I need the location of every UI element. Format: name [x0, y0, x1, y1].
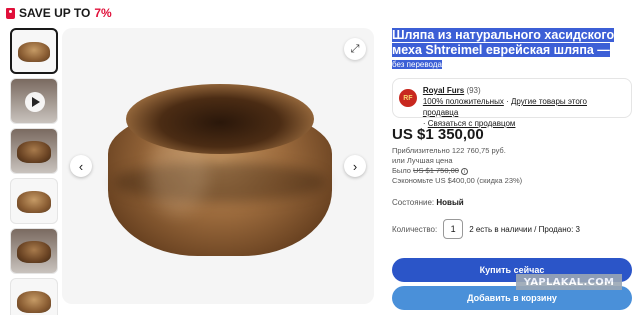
item-subtitle: без перевода [392, 60, 442, 69]
thumbnail-3[interactable] [10, 128, 58, 174]
quantity-input[interactable]: 1 [443, 219, 464, 239]
thumbnail-video[interactable] [10, 78, 58, 124]
seller-card: RF Royal Furs (93) 100% положительных · … [392, 78, 632, 128]
best-offer: или Лучшая цена [392, 156, 453, 165]
availability: 2 есть в наличии / Продано: 3 [469, 224, 580, 234]
thumbnail-5[interactable] [10, 228, 58, 274]
promo-banner: SAVE UP TO 7% [6, 6, 112, 20]
item-title: Шляпа из натурального хасидского меха Sh… [392, 28, 615, 57]
savings: Сэкономьте US $400,00 (скидка 23%) [392, 176, 523, 185]
thumbnail-4[interactable] [10, 178, 58, 224]
quantity-label: Количество: [392, 224, 438, 234]
item-details: Шляпа из натурального хасидского меха Sh… [392, 28, 632, 239]
seller-feedback-count: (93) [466, 86, 481, 95]
watermark: YAPLAKAL.COM [516, 274, 622, 290]
previous-image-button[interactable]: ‹ [70, 155, 92, 177]
seller-name-link[interactable]: Royal Furs [423, 86, 464, 95]
next-image-button[interactable]: › [344, 155, 366, 177]
play-icon [25, 92, 45, 112]
info-icon[interactable]: i [461, 167, 469, 175]
condition-value: Новый [436, 198, 464, 207]
promo-percent: 7% [94, 6, 112, 20]
quantity-row: Количество: 1 2 есть в наличии / Продано… [392, 219, 632, 239]
condition-row: Состояние: Новый [392, 198, 464, 207]
thumbnail-6[interactable] [10, 278, 58, 315]
fur-hat-image [108, 84, 332, 256]
tag-icon [6, 7, 15, 19]
was-price: US $1 750,00 [413, 166, 459, 175]
approx-price: Приблизительно 122 760,75 руб. [392, 146, 506, 155]
thumbnail-1[interactable] [10, 28, 58, 74]
expand-icon[interactable]: ⤢ [344, 38, 366, 60]
main-product-image[interactable]: ⤢ ‹ › [62, 28, 374, 304]
thumbnail-strip [10, 28, 60, 315]
seller-positive-link[interactable]: 100% положительных [423, 97, 504, 106]
was-price-row: Было US $1 750,00 i [392, 166, 632, 176]
seller-logo: RF [399, 89, 417, 107]
promo-text: SAVE UP TO [19, 6, 91, 20]
